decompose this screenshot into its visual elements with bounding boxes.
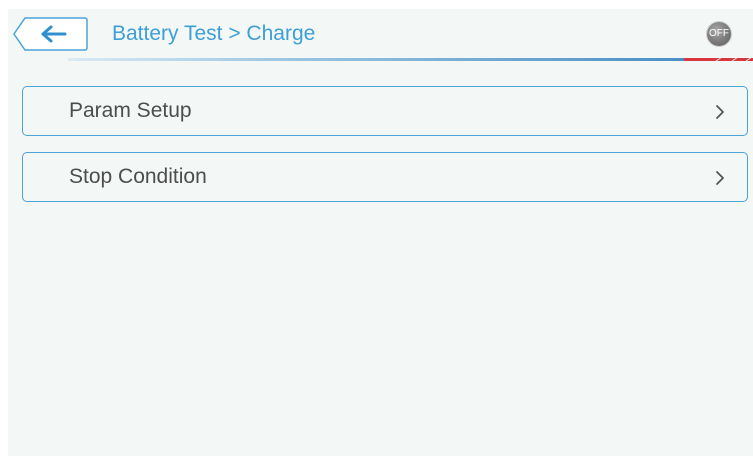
menu-item-param-setup[interactable]: Param Setup: [22, 86, 748, 136]
menu-item-label: Stop Condition: [69, 165, 207, 188]
chevron-right-icon: [715, 104, 725, 120]
menu-item-label: Param Setup: [69, 99, 192, 122]
back-button-frame: [13, 17, 88, 51]
charge-screen: Battery Test > Charge OFF Param Setup St…: [8, 9, 753, 456]
back-button[interactable]: [13, 17, 88, 51]
chevron-right-icon: [715, 170, 725, 186]
power-toggle-button[interactable]: OFF: [707, 22, 731, 46]
menu-item-stop-condition[interactable]: Stop Condition: [22, 152, 748, 202]
header-divider: [8, 57, 753, 63]
breadcrumb: Battery Test > Charge: [112, 22, 316, 45]
header-bar: Battery Test > Charge OFF: [8, 9, 753, 63]
